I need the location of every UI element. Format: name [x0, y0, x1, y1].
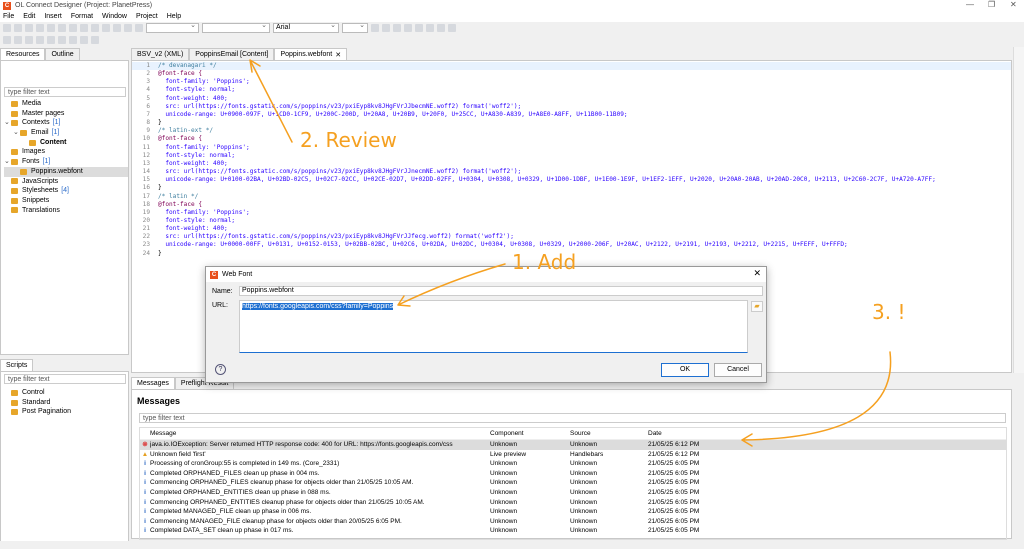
arrow-review: [249, 59, 293, 143]
annotation-add: 1. Add: [512, 250, 577, 274]
annotation-error: 3. !: [872, 300, 906, 324]
annotation-arrows: [249, 59, 892, 447]
annotation-review: 2. Review: [300, 128, 397, 152]
arrow-error: [741, 351, 892, 447]
arrow-add: [397, 263, 506, 307]
